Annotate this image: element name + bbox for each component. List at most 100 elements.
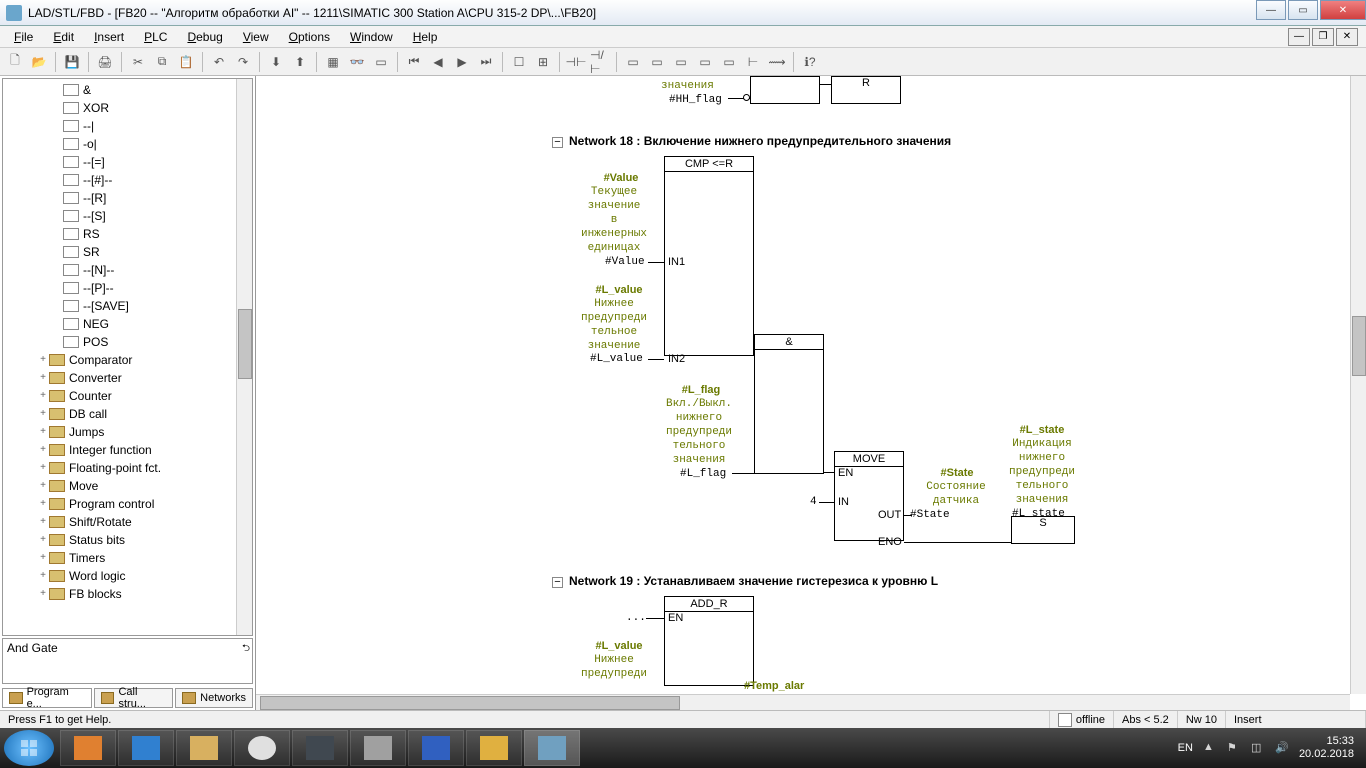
maximize-button[interactable]: ▭ <box>1288 0 1318 20</box>
menu-help[interactable]: Help <box>403 28 448 46</box>
expand-icon[interactable]: + <box>37 369 49 387</box>
tree-item[interactable]: XOR <box>11 99 252 117</box>
and-block[interactable]: & <box>754 334 824 474</box>
network-18-title[interactable]: −Network 18 : Включение нижнего предупре… <box>552 134 951 148</box>
close-button[interactable]: ✕ <box>1320 0 1366 20</box>
copy-icon[interactable]: ⧉ <box>151 51 173 73</box>
expand-icon[interactable]: + <box>37 477 49 495</box>
tree-item[interactable]: --[S] <box>11 207 252 225</box>
tab-program-elements[interactable]: Program e... <box>2 688 92 708</box>
tree-item[interactable]: -o| <box>11 135 252 153</box>
tree-item[interactable]: +Move <box>11 477 252 495</box>
tab-call-structure[interactable]: Call stru... <box>94 688 173 708</box>
tree-item[interactable]: +Integer function <box>11 441 252 459</box>
task-app1[interactable] <box>350 730 406 766</box>
goto-next-icon[interactable]: ▶ <box>451 51 473 73</box>
tree-item[interactable]: POS <box>11 333 252 351</box>
flag-icon[interactable]: ⚑ <box>1227 741 1241 755</box>
network-19-title[interactable]: −Network 19 : Устанавливаем значение гис… <box>552 574 938 588</box>
tab-networks[interactable]: Networks <box>175 688 253 708</box>
editor-scrollbar-v[interactable] <box>1350 76 1366 694</box>
tree-item[interactable]: --[=] <box>11 153 252 171</box>
tree-scrollbar[interactable] <box>236 79 252 635</box>
mdi-restore[interactable]: ❐ <box>1312 28 1334 46</box>
tree-item[interactable]: +Shift/Rotate <box>11 513 252 531</box>
tree-item[interactable]: +Program control <box>11 495 252 513</box>
expand-icon[interactable]: + <box>37 405 49 423</box>
task-paint[interactable] <box>466 730 522 766</box>
tree-item[interactable]: --[R] <box>11 189 252 207</box>
task-chrome[interactable] <box>234 730 290 766</box>
tray-up-icon[interactable]: ▲ <box>1203 741 1217 755</box>
task-mediaplayer[interactable] <box>60 730 116 766</box>
fbd5-icon[interactable]: ▭ <box>718 51 740 73</box>
mdi-minimize[interactable]: — <box>1288 28 1310 46</box>
menu-insert[interactable]: Insert <box>84 28 134 46</box>
tree-scroll-thumb[interactable] <box>238 309 252 379</box>
upload-icon[interactable]: ⬆ <box>289 51 311 73</box>
tree-item[interactable]: RS <box>11 225 252 243</box>
expand-icon[interactable]: + <box>37 513 49 531</box>
module-icon[interactable]: ▦ <box>322 51 344 73</box>
expand-icon[interactable]: + <box>37 387 49 405</box>
undo-icon[interactable]: ↶ <box>208 51 230 73</box>
overview-icon[interactable]: ⊞ <box>532 51 554 73</box>
tree-item[interactable]: +Word logic <box>11 567 252 585</box>
redo-icon[interactable]: ↷ <box>232 51 254 73</box>
task-word[interactable] <box>408 730 464 766</box>
tree-item[interactable]: +Jumps <box>11 423 252 441</box>
fbd1-icon[interactable]: ▭ <box>622 51 644 73</box>
network-icon[interactable]: ◫ <box>1251 741 1265 755</box>
minimize-button[interactable]: — <box>1256 0 1286 20</box>
block-icon[interactable]: ▭ <box>370 51 392 73</box>
editor-canvas[interactable]: значения #HH_flag R −Network 18 : Включе… <box>256 76 1350 694</box>
download-icon[interactable]: ⬇ <box>265 51 287 73</box>
tree-item[interactable]: --[P]-- <box>11 279 252 297</box>
frag-r-block[interactable]: R <box>831 76 901 104</box>
tree-item[interactable]: --| <box>11 117 252 135</box>
goto-last-icon[interactable]: ⏭ <box>475 51 497 73</box>
open-icon[interactable]: 📂 <box>28 51 50 73</box>
tree-item[interactable]: +Counter <box>11 387 252 405</box>
fbd2-icon[interactable]: ▭ <box>646 51 668 73</box>
goto-first-icon[interactable]: ⏮ <box>403 51 425 73</box>
collapse-icon[interactable]: ⮌ <box>242 641 250 658</box>
tree-item[interactable]: +Status bits <box>11 531 252 549</box>
element-tree[interactable]: &XOR--|-o|--[=]--[#]----[R]--[S]RSSR--[N… <box>2 78 253 636</box>
menu-plc[interactable]: PLC <box>134 28 177 46</box>
expand-icon[interactable]: + <box>37 441 49 459</box>
tree-item[interactable]: SR <box>11 243 252 261</box>
tree-item[interactable]: --[#]-- <box>11 171 252 189</box>
mdi-close[interactable]: ✕ <box>1336 28 1358 46</box>
monitor-icon[interactable]: 👓 <box>346 51 368 73</box>
volume-icon[interactable]: 🔊 <box>1275 741 1289 755</box>
tree-item[interactable]: +DB call <box>11 405 252 423</box>
tree-item[interactable]: +Timers <box>11 549 252 567</box>
tree-item[interactable]: +Comparator <box>11 351 252 369</box>
expand-icon[interactable]: + <box>37 567 49 585</box>
collapse-icon[interactable]: − <box>552 577 563 588</box>
frag-block[interactable] <box>750 76 820 104</box>
expand-icon[interactable]: + <box>37 531 49 549</box>
print-icon[interactable]: 🖨 <box>94 51 116 73</box>
menu-edit[interactable]: Edit <box>43 28 84 46</box>
goto-prev-icon[interactable]: ◀ <box>427 51 449 73</box>
fbd3-icon[interactable]: ▭ <box>670 51 692 73</box>
menu-debug[interactable]: Debug <box>177 28 232 46</box>
task-explorer[interactable] <box>176 730 232 766</box>
tree-item[interactable]: +Converter <box>11 369 252 387</box>
paste-icon[interactable]: 📋 <box>175 51 197 73</box>
task-ie[interactable] <box>118 730 174 766</box>
menu-view[interactable]: View <box>233 28 279 46</box>
expand-icon[interactable]: + <box>37 495 49 513</box>
tree-item[interactable]: +Floating-point fct. <box>11 459 252 477</box>
save-icon[interactable]: 💾 <box>61 51 83 73</box>
cut-icon[interactable]: ✂ <box>127 51 149 73</box>
new-icon[interactable]: 🗋 <box>4 51 26 73</box>
menu-options[interactable]: Options <box>279 28 340 46</box>
fbd-editor[interactable]: значения #HH_flag R −Network 18 : Включе… <box>256 76 1366 710</box>
expand-icon[interactable]: + <box>37 549 49 567</box>
connect-icon[interactable]: ⟿ <box>766 51 788 73</box>
view-icon[interactable]: ☐ <box>508 51 530 73</box>
clock[interactable]: 15:33 20.02.2018 <box>1299 735 1354 761</box>
